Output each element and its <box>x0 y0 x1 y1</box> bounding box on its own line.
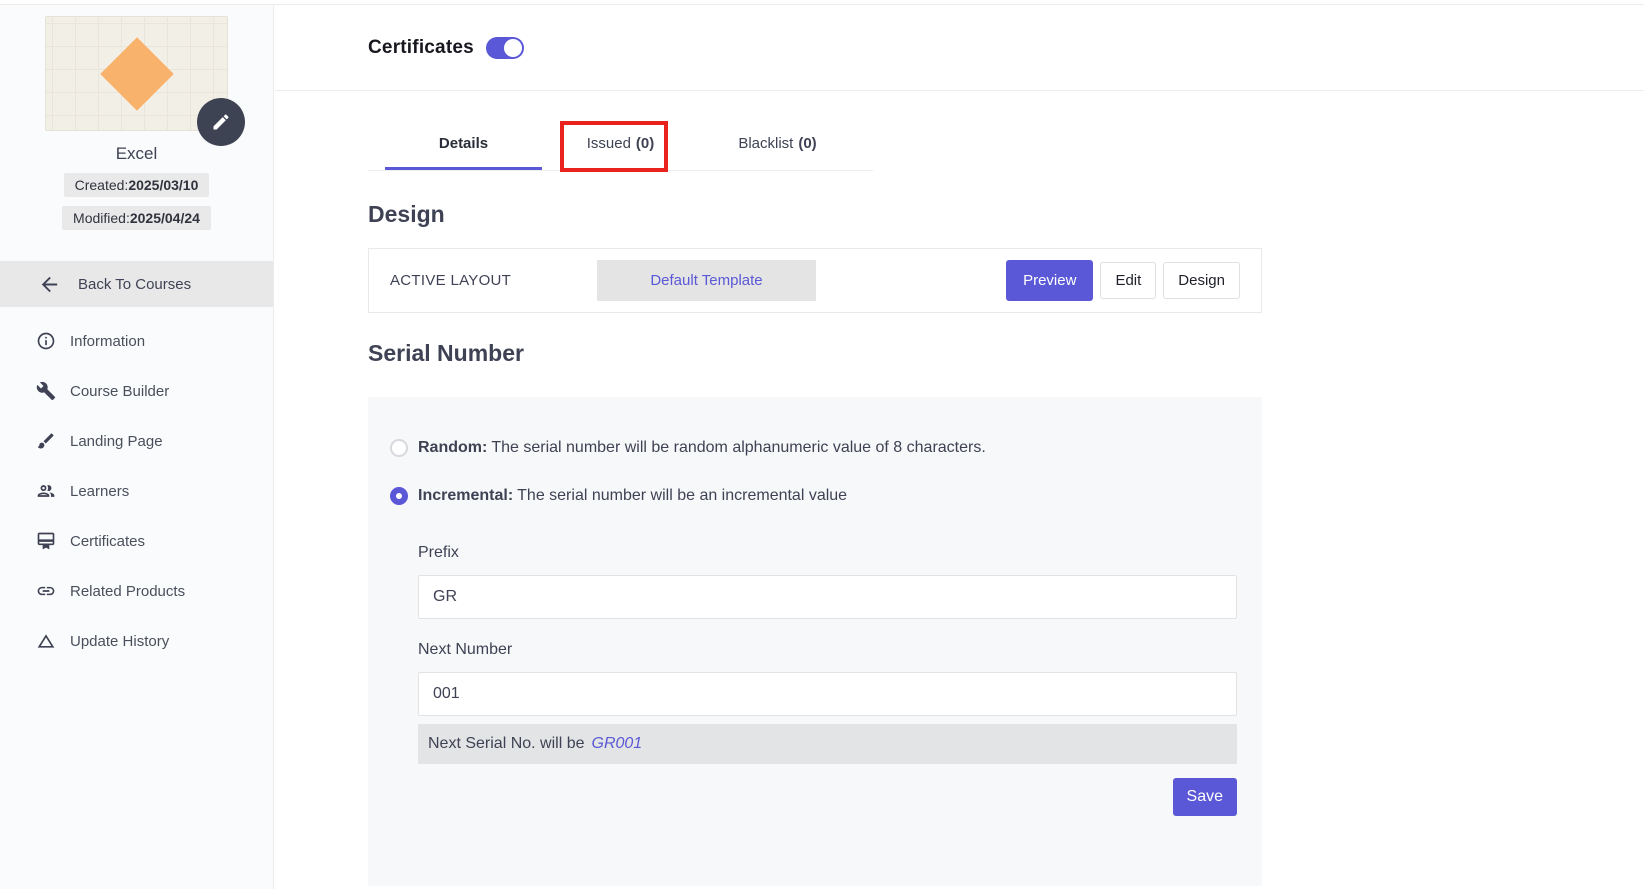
pencil-icon <box>211 112 231 132</box>
tab-count: (0) <box>636 135 654 152</box>
tab-issued[interactable]: Issued (0) <box>542 119 699 170</box>
radio-option-random[interactable]: Random:The serial number will be random … <box>390 439 1237 457</box>
prefix-input[interactable] <box>418 575 1237 619</box>
link-icon <box>36 581 56 601</box>
sidebar-item-certificates[interactable]: Certificates <box>0 516 273 566</box>
radio-option-incremental[interactable]: Incremental:The serial number will be an… <box>390 487 1237 505</box>
sidebar-item-course-builder[interactable]: Course Builder <box>0 366 273 416</box>
course-title: Excel <box>0 144 273 164</box>
incremental-label: Incremental: <box>418 487 513 504</box>
save-button[interactable]: Save <box>1173 778 1237 816</box>
sidebar-item-label: Certificates <box>70 533 145 550</box>
next-number-input[interactable] <box>418 672 1237 716</box>
modified-date: 2025/04/24 <box>130 210 200 226</box>
serial-number-panel: Random:The serial number will be random … <box>368 397 1262 886</box>
sidebar-item-landing-page[interactable]: Landing Page <box>0 416 273 466</box>
certificates-toggle[interactable] <box>486 37 524 59</box>
tab-blacklist[interactable]: Blacklist (0) <box>699 119 856 170</box>
active-layout-label: ACTIVE LAYOUT <box>390 272 597 289</box>
prefix-label: Prefix <box>418 544 1237 562</box>
tab-label: Details <box>439 135 488 152</box>
brush-icon <box>36 431 56 451</box>
edit-button[interactable]: Edit <box>1100 262 1156 299</box>
triangle-icon <box>36 631 56 651</box>
random-description: The serial number will be random alphanu… <box>491 439 985 456</box>
sidebar-item-label: Information <box>70 333 145 350</box>
design-heading: Design <box>368 201 1262 228</box>
serial-number-heading: Serial Number <box>368 340 1262 367</box>
tab-details[interactable]: Details <box>385 119 542 170</box>
next-number-label: Next Number <box>418 641 1237 659</box>
radio-text: Incremental:The serial number will be an… <box>418 487 847 505</box>
radio-text: Random:The serial number will be random … <box>418 439 986 457</box>
sidebar-nav: Information Course Builder Landing Page … <box>0 316 273 666</box>
main-content: Certificates Details Issued (0) Blacklis… <box>275 5 1644 889</box>
course-thumbnail <box>45 16 228 131</box>
diamond-icon <box>100 37 174 111</box>
edit-thumbnail-button[interactable] <box>197 98 245 146</box>
wrench-icon <box>36 381 56 401</box>
sidebar-item-label: Landing Page <box>70 433 163 450</box>
tab-count: (0) <box>798 135 816 152</box>
save-row: Save <box>418 778 1237 816</box>
modified-badge: Modified:2025/04/24 <box>62 206 211 230</box>
incremental-description: The serial number will be an incremental… <box>517 487 847 504</box>
details-tab-content: Design ACTIVE LAYOUT Default Template Pr… <box>275 201 1262 886</box>
random-label: Random: <box>418 439 487 456</box>
modified-label: Modified: <box>73 210 130 226</box>
sidebar-item-label: Learners <box>70 483 129 500</box>
sidebar-item-label: Course Builder <box>70 383 169 400</box>
page-title: Certificates <box>368 37 474 59</box>
radio-selected-icon[interactable] <box>390 487 408 505</box>
toggle-knob-icon <box>504 39 522 57</box>
next-serial-value: GR001 <box>592 735 643 753</box>
sidebar-item-label: Related Products <box>70 583 185 600</box>
created-date: 2025/03/10 <box>128 177 198 193</box>
design-buttons: Preview Edit Design <box>1006 260 1240 301</box>
sidebar: Excel Created:2025/03/10 Modified:2025/0… <box>0 5 274 889</box>
certificate-icon <box>36 531 56 551</box>
arrow-left-icon <box>38 273 61 296</box>
active-layout-row: ACTIVE LAYOUT Default Template Preview E… <box>368 248 1262 313</box>
sidebar-item-information[interactable]: Information <box>0 316 273 366</box>
page-header: Certificates <box>275 5 1644 91</box>
design-button[interactable]: Design <box>1163 262 1240 299</box>
sidebar-item-update-history[interactable]: Update History <box>0 616 273 666</box>
next-serial-preview: Next Serial No. will be GR001 <box>418 724 1237 764</box>
tab-label: Blacklist <box>738 135 793 152</box>
created-label: Created: <box>75 177 129 193</box>
people-icon <box>36 481 56 501</box>
sidebar-item-label: Update History <box>70 633 169 650</box>
back-to-courses-label: Back To Courses <box>78 276 191 293</box>
created-badge: Created:2025/03/10 <box>64 173 210 197</box>
preview-button[interactable]: Preview <box>1006 260 1093 301</box>
active-template-name: Default Template <box>597 260 816 301</box>
tab-bar: Details Issued (0) Blacklist (0) <box>368 119 873 171</box>
sidebar-item-related-products[interactable]: Related Products <box>0 566 273 616</box>
tab-label: Issued <box>587 135 631 152</box>
next-serial-text: Next Serial No. will be <box>428 735 585 753</box>
info-icon <box>36 331 56 351</box>
radio-unselected-icon[interactable] <box>390 439 408 457</box>
back-to-courses-button[interactable]: Back To Courses <box>0 261 273 307</box>
sidebar-item-learners[interactable]: Learners <box>0 466 273 516</box>
